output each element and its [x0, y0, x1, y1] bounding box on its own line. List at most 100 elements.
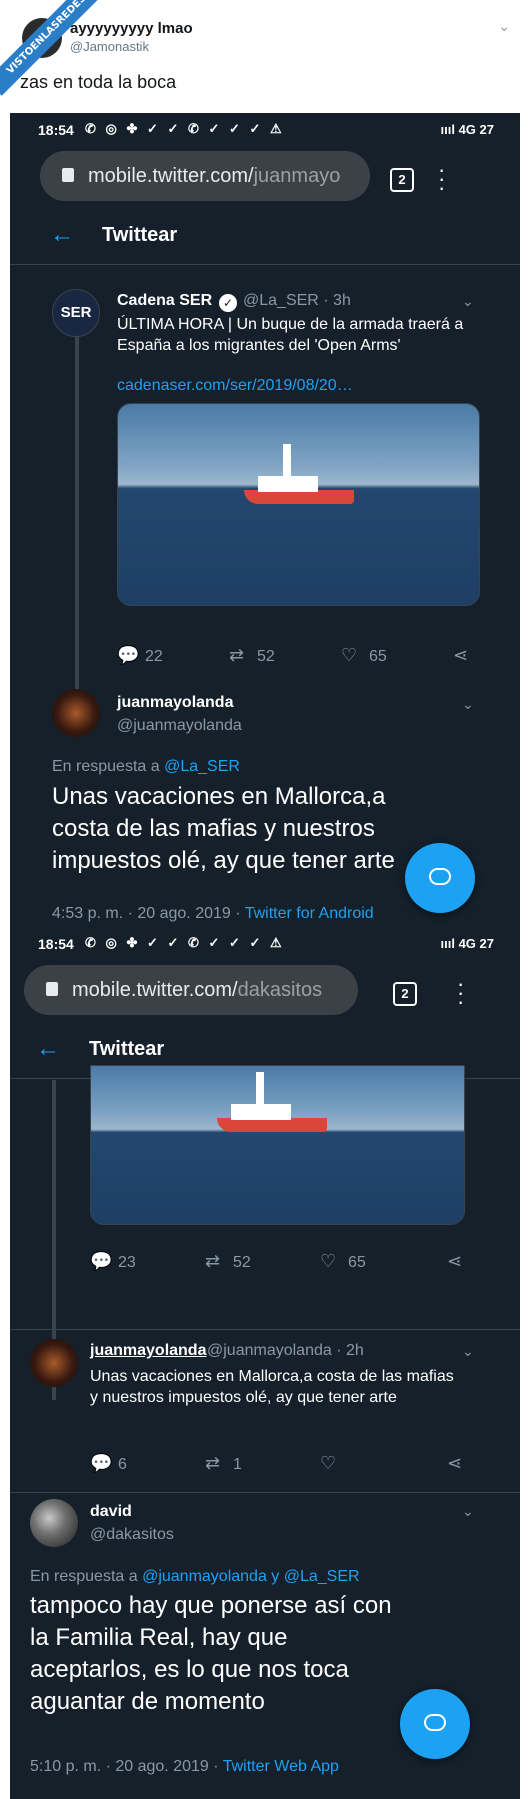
ship-deck: [231, 1104, 291, 1120]
tweet-text: tampoco hay que ponerse así con la Famil…: [30, 1592, 392, 1715]
share-button[interactable]: ⋖: [447, 1251, 475, 1272]
url-domain: mobile.twitter.com/: [88, 165, 254, 187]
tweet-author-handle[interactable]: @juanmayolanda · 2h: [207, 1342, 364, 1360]
page-title: Twittear: [102, 224, 178, 246]
compose-icon: [424, 1714, 446, 1731]
chevron-down-icon[interactable]: ⌄: [498, 18, 510, 35]
ship-mast: [283, 444, 291, 478]
reply-icon: 💬: [90, 1251, 113, 1271]
like-icon: ♡: [320, 1453, 337, 1473]
reply-button[interactable]: 💬 22: [117, 645, 163, 666]
tweet-source[interactable]: Twitter Web App: [223, 1758, 339, 1775]
status-icons: ✆ ◎ ✤ ✓ ✓ ✆ ✓ ✓ ✓ ⚠: [85, 935, 285, 950]
tab-count-button[interactable]: 2: [393, 982, 417, 1006]
ship-hull: [244, 490, 354, 504]
url-domain: mobile.twitter.com/: [72, 979, 238, 1001]
divider: [10, 1492, 520, 1493]
kebab-icon[interactable]: · · ·: [438, 159, 445, 199]
outer-tweet: VISTOENLASREDES ayyyyyyyyy lmao @Jamonas…: [0, 0, 530, 113]
avatar[interactable]: [30, 1339, 78, 1387]
status-time: 18:54: [38, 122, 74, 138]
reply-icon: 💬: [117, 645, 140, 665]
reply-button[interactable]: 💬 23: [90, 1251, 136, 1272]
url-path: dakasitos: [237, 979, 323, 1001]
status-time: 18:54: [38, 936, 74, 952]
tweet-author-name[interactable]: juanmayolanda: [90, 1342, 206, 1360]
screenshot-2: 18:54 ✆ ◎ ✤ ✓ ✓ ✆ ✓ ✓ ✓ ⚠ ıııl 4G 27 mob…: [10, 927, 520, 1799]
like-button[interactable]: ♡ 65: [341, 645, 387, 666]
outer-handle[interactable]: @Jamonastik: [70, 39, 149, 54]
tweet-author-handle[interactable]: @La_SER · 3h: [243, 292, 351, 310]
share-button[interactable]: ⋖: [453, 645, 481, 666]
tweet-meta: 4:53 p. m. · 20 ago. 2019 · Twitter for …: [52, 905, 374, 922]
chevron-down-icon[interactable]: ⌄: [462, 1343, 474, 1360]
status-icons: ✆ ◎ ✤ ✓ ✓ ✆ ✓ ✓ ✓ ⚠: [85, 121, 285, 136]
retweet-button[interactable]: ⇄ 52: [229, 645, 275, 666]
lock-icon: [62, 168, 74, 182]
tweet-author-handle[interactable]: @dakasitos: [90, 1526, 174, 1544]
share-icon: ⋖: [453, 645, 469, 665]
compose-icon: [429, 868, 451, 885]
retweet-icon: ⇄: [205, 1251, 221, 1271]
tweet-meta: 5:10 p. m. · 20 ago. 2019 · Twitter Web …: [30, 1758, 339, 1775]
retweet-icon: ⇄: [205, 1453, 221, 1473]
chevron-down-icon[interactable]: ⌄: [462, 293, 474, 310]
avatar[interactable]: [52, 689, 100, 737]
outer-tweet-text: zas en toda la boca: [20, 72, 177, 92]
reply-icon: 💬: [90, 1453, 113, 1473]
kebab-icon[interactable]: · · ·: [457, 973, 464, 1013]
chevron-down-icon[interactable]: ⌄: [462, 696, 474, 713]
divider: [10, 1329, 520, 1330]
reply-mention[interactable]: @juanmayolanda y @La_SER: [142, 1568, 360, 1585]
status-signal: ıııl 4G 27: [440, 122, 494, 137]
compose-button[interactable]: [405, 843, 475, 913]
tweet-text: Unas vacaciones en Mallorca,a costa de l…: [52, 783, 395, 874]
app-bar: ← Twittear: [10, 209, 520, 265]
tweet-author-name[interactable]: Cadena SER: [117, 292, 212, 310]
ship-mast: [256, 1072, 264, 1106]
tweet-text: ÚLTIMA HORA | Un buque de la armada trae…: [117, 316, 464, 354]
url-bar[interactable]: mobile.twitter.com/dakasitos: [24, 965, 358, 1015]
tweet-author-name[interactable]: juanmayolanda: [117, 694, 233, 712]
url-path: juanmayo: [253, 165, 341, 187]
status-bar: 18:54 ✆ ◎ ✤ ✓ ✓ ✆ ✓ ✓ ✓ ⚠ ıııl 4G 27: [10, 927, 520, 961]
reply-context: En respuesta a @juanmayolanda y @La_SER: [30, 1568, 360, 1585]
lock-icon: [46, 982, 58, 996]
tweet-image[interactable]: [117, 403, 480, 606]
screenshot-1: 18:54 ✆ ◎ ✤ ✓ ✓ ✆ ✓ ✓ ✓ ⚠ ıııl 4G 27 mob…: [10, 113, 520, 927]
ship-deck: [258, 476, 318, 492]
chevron-down-icon[interactable]: ⌄: [462, 1503, 474, 1520]
share-icon: ⋖: [447, 1453, 463, 1473]
like-button[interactable]: ♡ 65: [320, 1251, 366, 1272]
outer-username[interactable]: ayyyyyyyyy lmao: [70, 20, 193, 37]
url-bar[interactable]: mobile.twitter.com/juanmayo: [40, 151, 370, 201]
like-button[interactable]: ♡: [320, 1453, 348, 1474]
back-arrow-icon[interactable]: ←: [50, 221, 74, 249]
tweet-image[interactable]: [90, 1065, 465, 1225]
retweet-button[interactable]: ⇄ 1: [205, 1453, 242, 1474]
tweet-source[interactable]: Twitter for Android: [245, 905, 374, 922]
tweet-author-handle[interactable]: @juanmayolanda: [117, 717, 242, 735]
reply-context: En respuesta a @La_SER: [52, 758, 240, 775]
status-signal: ıııl 4G 27: [440, 936, 494, 951]
thread-line: [75, 333, 79, 731]
tab-count-button[interactable]: 2: [390, 168, 414, 192]
tweet-link[interactable]: cadenaser.com/ser/2019/08/20…: [117, 377, 353, 395]
back-arrow-icon[interactable]: ←: [36, 1035, 60, 1063]
retweet-icon: ⇄: [229, 645, 245, 665]
tweet-author-name[interactable]: david: [90, 1503, 132, 1521]
reply-mention[interactable]: @La_SER: [164, 758, 240, 775]
status-bar: 18:54 ✆ ◎ ✤ ✓ ✓ ✆ ✓ ✓ ✓ ⚠ ıııl 4G 27: [10, 113, 520, 147]
page-title: Twittear: [89, 1038, 165, 1060]
like-icon: ♡: [320, 1251, 337, 1271]
share-icon: ⋖: [447, 1251, 463, 1271]
verified-icon: ✓: [219, 294, 237, 312]
compose-button[interactable]: [400, 1689, 470, 1759]
share-button[interactable]: ⋖: [447, 1453, 475, 1474]
ship-hull: [217, 1118, 327, 1132]
retweet-button[interactable]: ⇄ 52: [205, 1251, 251, 1272]
avatar[interactable]: [30, 1499, 78, 1547]
avatar[interactable]: SER: [52, 289, 100, 337]
tweet-text: Unas vacaciones en Mallorca,a costa de l…: [90, 1368, 454, 1406]
reply-button[interactable]: 💬 6: [90, 1453, 127, 1474]
